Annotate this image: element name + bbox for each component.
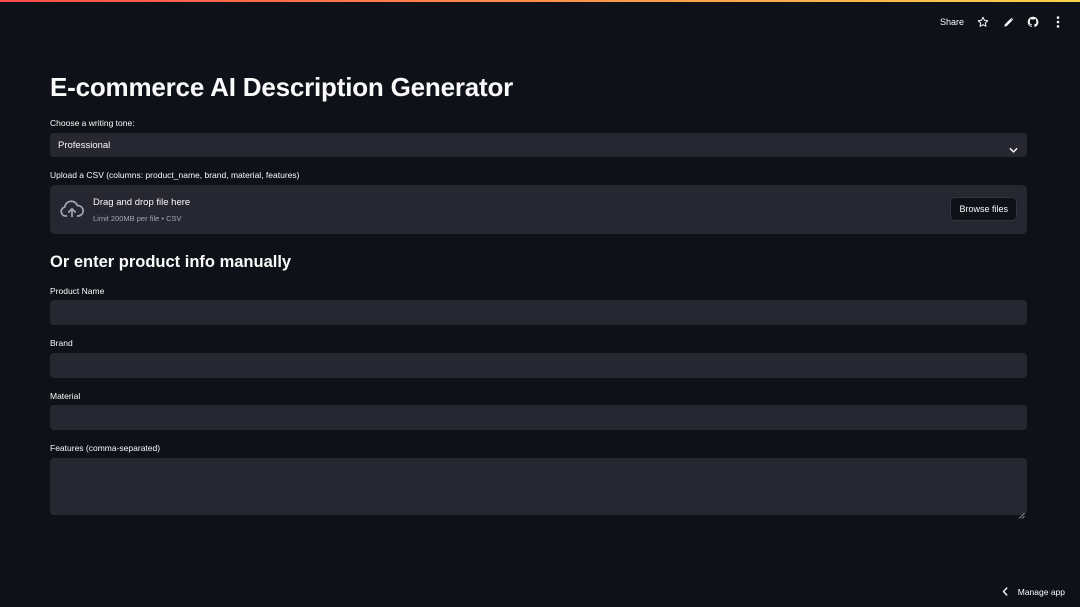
manage-app-label: Manage app	[1017, 587, 1065, 597]
material-label: Material	[50, 391, 81, 401]
brand-input[interactable]	[50, 353, 1027, 378]
chevron-down-icon	[1009, 141, 1018, 159]
share-button[interactable]: Share	[940, 17, 964, 27]
upload-label: Upload a CSV (columns: product_name, bra…	[50, 170, 300, 180]
dropzone-limit: Limit 200MB per file • CSV	[93, 214, 182, 223]
resize-grip-icon[interactable]	[1018, 506, 1025, 524]
tone-select[interactable]: Professional	[50, 133, 1027, 157]
file-dropzone[interactable]: Drag and drop file here Limit 200MB per …	[50, 185, 1027, 234]
chevron-left-icon	[1002, 583, 1008, 601]
more-vertical-icon[interactable]	[1052, 16, 1064, 28]
page-title: E-commerce AI Description Generator	[50, 72, 514, 102]
star-icon[interactable]	[977, 16, 989, 28]
brand-label: Brand	[50, 338, 73, 348]
top-decoration-bar	[0, 0, 1080, 2]
browse-files-button[interactable]: Browse files	[950, 197, 1017, 221]
tone-label: Choose a writing tone:	[50, 118, 135, 128]
github-icon[interactable]	[1027, 16, 1039, 28]
manage-app-button[interactable]: Manage app	[1002, 585, 1065, 599]
app-toolbar: Share	[940, 13, 1064, 31]
dropzone-title: Drag and drop file here	[93, 197, 191, 208]
cloud-upload-icon	[60, 199, 85, 224]
manual-section-heading: Or enter product info manually	[50, 253, 292, 271]
tone-selected-value: Professional	[58, 139, 111, 151]
features-textarea[interactable]	[50, 458, 1027, 515]
product-name-input[interactable]	[50, 300, 1027, 325]
material-input[interactable]	[50, 405, 1027, 430]
features-label: Features (comma-separated)	[50, 443, 161, 453]
pencil-icon[interactable]	[1002, 16, 1014, 28]
product-name-label: Product Name	[50, 286, 105, 296]
